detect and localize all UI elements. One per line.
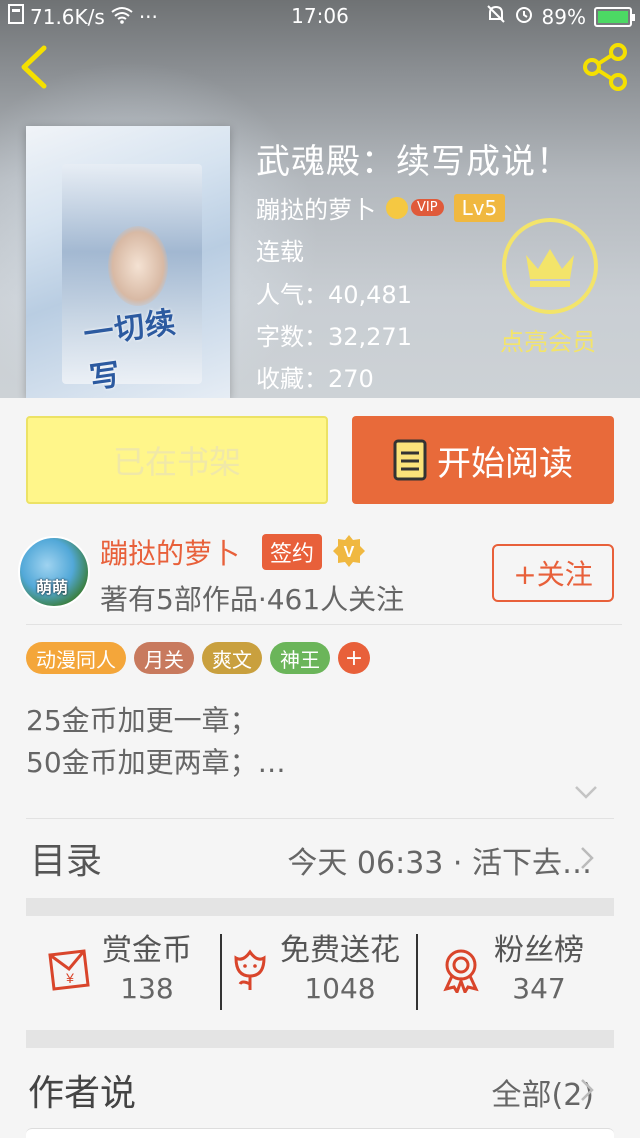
chevron-right-icon[interactable] (580, 846, 594, 870)
chevron-right-icon[interactable] (580, 1078, 594, 1102)
follow-button[interactable]: +关注 (492, 544, 614, 602)
flowers-count: 1048 (304, 972, 376, 1005)
toc-title[interactable]: 目录 (30, 832, 102, 884)
author-name[interactable]: 蹦挞的萝卜 (100, 532, 240, 572)
tag-list: 动漫同人 月关 爽文 神王 + (26, 642, 370, 674)
start-reading-button[interactable]: 开始阅读 (352, 416, 614, 504)
tag-item[interactable]: 爽文 (202, 642, 262, 674)
fans-count: 347 (512, 972, 566, 1005)
status-bar: 71.6K/s ··· 17:06 89% (0, 0, 640, 32)
in-bookshelf-button[interactable]: 已在书架 (26, 416, 328, 504)
book-status: 连载 (256, 238, 304, 266)
book-popularity: 人气：40,481 (256, 281, 412, 309)
author-says-card[interactable] (26, 1128, 614, 1138)
member-button[interactable]: 点亮会员 (500, 218, 600, 357)
author-avatar[interactable]: 萌萌 (18, 536, 90, 608)
add-tag-button[interactable]: + (338, 642, 370, 674)
back-button[interactable] (16, 44, 56, 90)
send-flowers-button[interactable]: 免费送花 1048 (232, 922, 400, 1018)
section-separator (26, 898, 614, 916)
mute-icon (486, 4, 506, 29)
crown-icon (386, 196, 408, 219)
reward-coins-button[interactable]: ¥ 赏金币 138 (44, 922, 192, 1018)
book-favorites: 收藏：270 (256, 365, 374, 393)
divider (26, 818, 614, 819)
svg-text:V: V (344, 544, 355, 561)
battery-icon (594, 6, 635, 27)
author-says-all[interactable]: 全部(2) (492, 1070, 595, 1114)
medal-icon (443, 949, 479, 993)
crown-icon (502, 218, 598, 314)
tag-item[interactable]: 动漫同人 (26, 642, 126, 674)
author-stats: 著有5部作品·461人关注 (100, 583, 405, 616)
share-icon (583, 43, 627, 91)
level-badge: Lv5 (453, 193, 506, 222)
member-label: 点亮会员 (500, 328, 596, 356)
verified-icon: V (332, 534, 366, 568)
divider (416, 934, 418, 1010)
svg-text:¥: ¥ (65, 970, 74, 986)
signed-badge: 签约 (262, 534, 323, 570)
toc-latest-chapter[interactable]: 今天 06:33 · 活下去… (287, 838, 592, 882)
book-title: 武魂殿：续写成说！ (256, 142, 571, 182)
book-header: 71.6K/s ··· 17:06 89% 一切续写 武魂殿：续写成说！ 蹦挞的… (0, 0, 640, 398)
vip-badge: VIP (386, 196, 444, 219)
author-says-title: 作者说 (28, 1073, 137, 1114)
divider (26, 624, 622, 625)
red-envelope-icon: ¥ (48, 949, 90, 991)
alarm-icon (514, 4, 534, 29)
book-word-count: 字数：32,271 (256, 323, 412, 351)
book-icon (393, 439, 427, 481)
tag-item[interactable]: 月关 (134, 642, 194, 674)
chevron-left-icon (21, 45, 47, 89)
book-cover: 一切续写 (26, 126, 230, 398)
flower-icon (234, 949, 266, 990)
flowers-label: 免费送花 (280, 933, 400, 968)
book-author[interactable]: 蹦挞的萝卜 (256, 190, 376, 225)
fans-ranking-button[interactable]: 粉丝榜 347 (440, 922, 584, 1018)
fans-label: 粉丝榜 (494, 933, 584, 968)
book-description[interactable]: 25金币加更一章； 50金币加更两章；… (26, 700, 286, 784)
book-author-row: 蹦挞的萝卜 VIP Lv5 (256, 190, 506, 225)
reward-label: 赏金币 (102, 933, 192, 968)
tag-item[interactable]: 神王 (270, 642, 330, 674)
share-button[interactable] (580, 42, 630, 92)
divider (220, 934, 222, 1010)
battery-percent: 89% (541, 4, 586, 29)
interaction-stats: ¥ 赏金币 138 免费送花 1048 粉丝榜 347 (26, 922, 614, 1018)
reward-count: 138 (120, 972, 174, 1005)
section-separator (26, 1030, 614, 1048)
chevron-down-icon[interactable] (574, 784, 598, 800)
